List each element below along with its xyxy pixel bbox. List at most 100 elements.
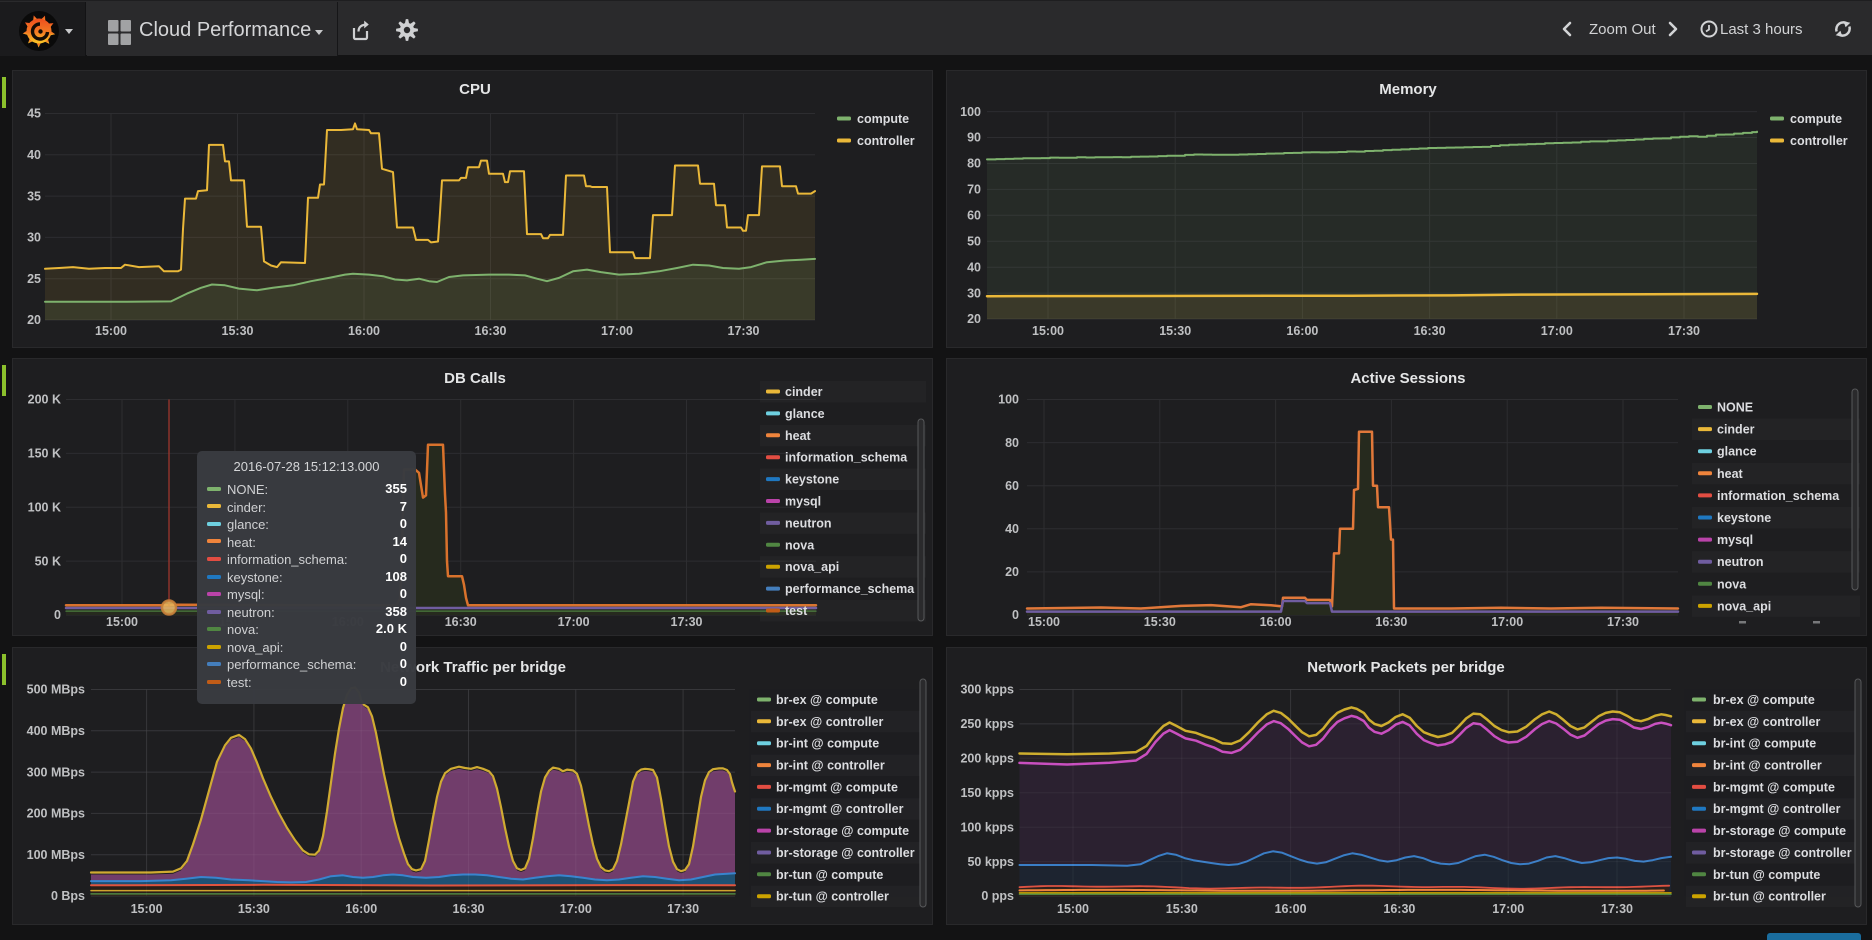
svg-text:br-mgmt @ controller: br-mgmt @ controller bbox=[776, 802, 904, 816]
svg-text:keystone: keystone bbox=[785, 473, 839, 487]
svg-text:90: 90 bbox=[967, 131, 981, 145]
svg-text:br-tun @ controller: br-tun @ controller bbox=[1713, 890, 1826, 904]
svg-text:br-storage @ controller: br-storage @ controller bbox=[1713, 846, 1852, 860]
svg-text:300 kpps: 300 kpps bbox=[960, 683, 1014, 697]
svg-text:NONE: NONE bbox=[1717, 401, 1753, 415]
svg-text:br-mgmt @ controller: br-mgmt @ controller bbox=[1713, 802, 1841, 816]
svg-text:15:30: 15:30 bbox=[238, 902, 270, 916]
svg-text:CPU: CPU bbox=[459, 81, 491, 98]
svg-text:100 K: 100 K bbox=[28, 500, 61, 514]
svg-text:50: 50 bbox=[967, 234, 981, 248]
svg-text:17:30: 17:30 bbox=[667, 902, 699, 916]
svg-text:controller: controller bbox=[857, 134, 915, 148]
svg-text:300 MBps: 300 MBps bbox=[27, 765, 85, 779]
svg-text:16:30: 16:30 bbox=[1414, 324, 1446, 338]
svg-text:mysql: mysql bbox=[785, 495, 821, 509]
svg-text:70: 70 bbox=[967, 183, 981, 197]
svg-text:17:00: 17:00 bbox=[1491, 615, 1523, 629]
svg-text:16:30: 16:30 bbox=[1375, 615, 1407, 629]
svg-text:50 kpps: 50 kpps bbox=[967, 855, 1014, 869]
svg-text:17:30: 17:30 bbox=[1601, 902, 1633, 916]
svg-text:br-int @ controller: br-int @ controller bbox=[1713, 759, 1822, 773]
svg-text:17:00: 17:00 bbox=[558, 615, 590, 629]
svg-text:15:30: 15:30 bbox=[1144, 615, 1176, 629]
svg-text:keystone: keystone bbox=[1717, 511, 1771, 525]
svg-text:br-storage @ compute: br-storage @ compute bbox=[776, 824, 909, 838]
svg-text:17:30: 17:30 bbox=[728, 324, 760, 338]
svg-text:compute: compute bbox=[857, 112, 909, 126]
svg-text:15:00: 15:00 bbox=[1032, 324, 1064, 338]
svg-text:0: 0 bbox=[1012, 608, 1019, 622]
svg-text:15:30: 15:30 bbox=[1159, 324, 1191, 338]
svg-text:performance_schema: performance_schema bbox=[785, 582, 915, 596]
svg-text:100: 100 bbox=[998, 393, 1019, 407]
svg-text:15:30: 15:30 bbox=[222, 324, 254, 338]
svg-text:Zoom Out: Zoom Out bbox=[1589, 21, 1657, 38]
svg-text:35: 35 bbox=[27, 189, 41, 203]
svg-text:50 K: 50 K bbox=[35, 554, 61, 568]
svg-text:glance: glance bbox=[785, 407, 825, 421]
svg-text:60: 60 bbox=[1005, 479, 1019, 493]
svg-text:16:30: 16:30 bbox=[445, 615, 477, 629]
svg-text:br-int @ compute: br-int @ compute bbox=[1713, 737, 1816, 751]
svg-text:200 K: 200 K bbox=[28, 393, 61, 407]
svg-text:nova: nova bbox=[785, 538, 815, 552]
svg-text:DB Calls: DB Calls bbox=[444, 370, 506, 387]
svg-text:17:00: 17:00 bbox=[1541, 324, 1573, 338]
svg-text:40: 40 bbox=[27, 148, 41, 162]
svg-text:0 Bps: 0 Bps bbox=[51, 889, 85, 903]
svg-text:20: 20 bbox=[1005, 565, 1019, 579]
svg-text:17:00: 17:00 bbox=[560, 902, 592, 916]
svg-text:br-int @ compute: br-int @ compute bbox=[776, 737, 879, 751]
svg-text:nova_api: nova_api bbox=[1717, 599, 1771, 613]
svg-text:15:30: 15:30 bbox=[1166, 902, 1198, 916]
svg-text:nova: nova bbox=[1717, 577, 1747, 591]
svg-text:80: 80 bbox=[967, 157, 981, 171]
svg-text:30: 30 bbox=[967, 286, 981, 300]
svg-text:16:30: 16:30 bbox=[1383, 902, 1415, 916]
svg-text:nova_api: nova_api bbox=[785, 560, 839, 574]
svg-text:br-tun @ controller: br-tun @ controller bbox=[776, 890, 889, 904]
svg-text:17:30: 17:30 bbox=[671, 615, 703, 629]
svg-text:br-storage @ compute: br-storage @ compute bbox=[1713, 824, 1846, 838]
svg-text:Network Packets per bridge: Network Packets per bridge bbox=[1307, 659, 1505, 676]
svg-text:16:00: 16:00 bbox=[348, 324, 380, 338]
svg-text:br-mgmt @ compute: br-mgmt @ compute bbox=[776, 780, 898, 794]
svg-text:100: 100 bbox=[960, 105, 981, 119]
svg-text:25: 25 bbox=[27, 272, 41, 286]
svg-text:400 MBps: 400 MBps bbox=[27, 724, 85, 738]
svg-text:16:30: 16:30 bbox=[453, 902, 485, 916]
svg-text:0: 0 bbox=[54, 608, 61, 622]
svg-text:br-int @ controller: br-int @ controller bbox=[776, 759, 885, 773]
svg-text:15:00: 15:00 bbox=[1028, 615, 1060, 629]
svg-text:Active Sessions: Active Sessions bbox=[1350, 370, 1465, 387]
svg-text:17:00: 17:00 bbox=[1492, 902, 1524, 916]
svg-text:15:00: 15:00 bbox=[131, 902, 163, 916]
svg-text:br-tun @ compute: br-tun @ compute bbox=[1713, 868, 1820, 882]
svg-text:40: 40 bbox=[1005, 522, 1019, 536]
svg-text:neutron: neutron bbox=[785, 516, 832, 530]
svg-text:16:00: 16:00 bbox=[1275, 902, 1307, 916]
svg-text:200 kpps: 200 kpps bbox=[960, 752, 1014, 766]
svg-text:17:00: 17:00 bbox=[601, 324, 633, 338]
svg-text:br-tun @ compute: br-tun @ compute bbox=[776, 868, 883, 882]
svg-text:br-storage @ controller: br-storage @ controller bbox=[776, 846, 915, 860]
svg-text:45: 45 bbox=[27, 107, 41, 121]
svg-text:150 kpps: 150 kpps bbox=[960, 786, 1014, 800]
svg-text:cinder: cinder bbox=[785, 385, 823, 399]
svg-text:60: 60 bbox=[967, 209, 981, 223]
svg-text:16:00: 16:00 bbox=[1260, 615, 1292, 629]
svg-text:250 kpps: 250 kpps bbox=[960, 717, 1014, 731]
svg-text:br-ex @ controller: br-ex @ controller bbox=[776, 715, 883, 729]
svg-text:controller: controller bbox=[1790, 134, 1848, 148]
svg-text:neutron: neutron bbox=[1717, 555, 1764, 569]
svg-text:80: 80 bbox=[1005, 436, 1019, 450]
svg-text:Memory: Memory bbox=[1379, 81, 1437, 98]
svg-text:15:00: 15:00 bbox=[95, 324, 127, 338]
svg-text:500 MBps: 500 MBps bbox=[27, 683, 85, 697]
svg-text:16:30: 16:30 bbox=[475, 324, 507, 338]
svg-text:br-ex @ compute: br-ex @ compute bbox=[776, 693, 878, 707]
svg-text:br-ex @ controller: br-ex @ controller bbox=[1713, 715, 1820, 729]
svg-text:mysql: mysql bbox=[1717, 533, 1753, 547]
svg-text:16:00: 16:00 bbox=[1286, 324, 1318, 338]
